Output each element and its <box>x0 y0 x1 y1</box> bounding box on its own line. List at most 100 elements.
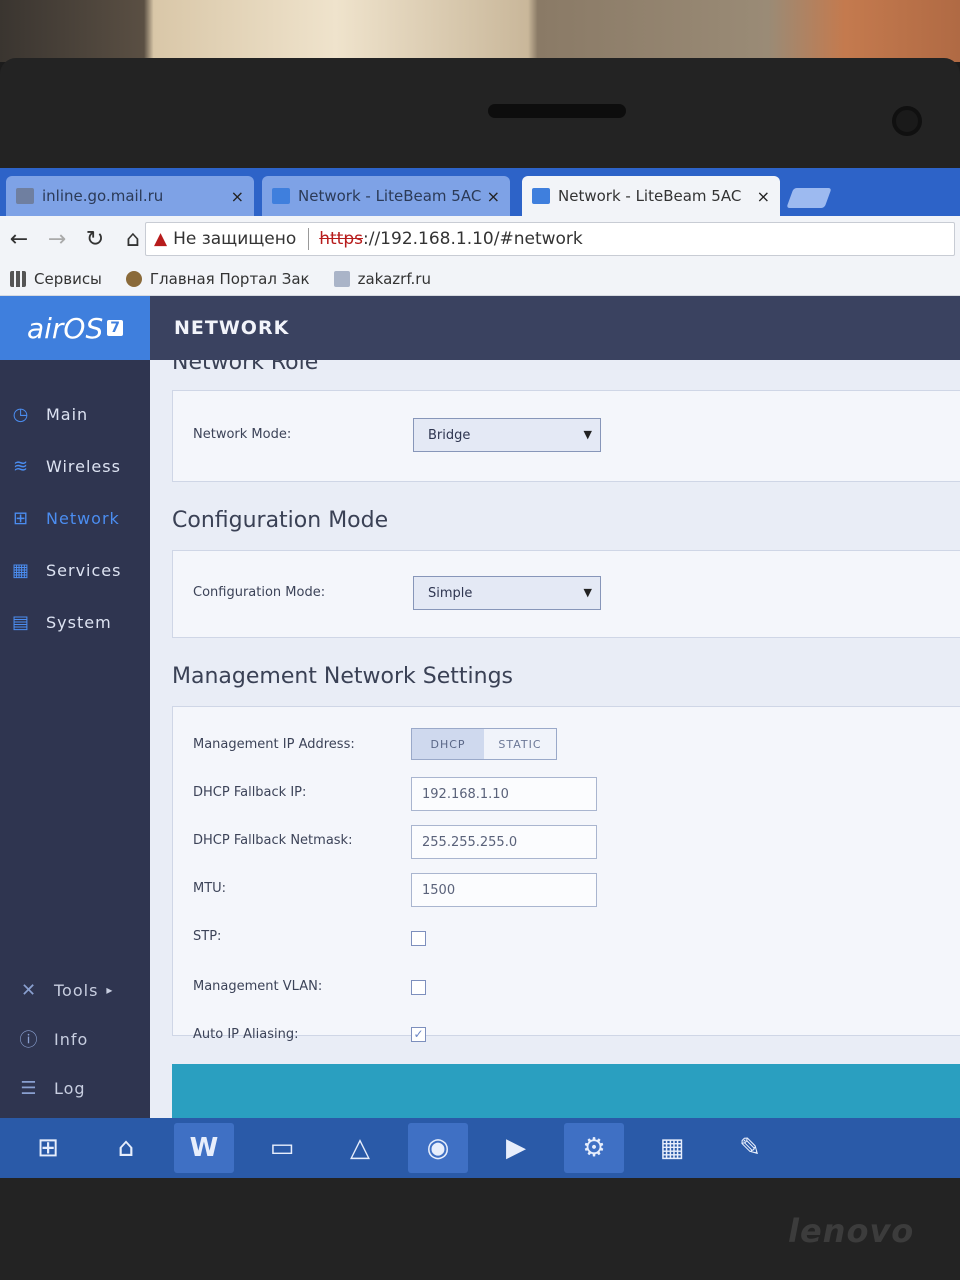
forward-arrow-icon[interactable]: → <box>38 227 76 252</box>
management-vlan-label: Management VLAN: <box>193 979 323 994</box>
fallback-netmask-label: DHCP Fallback Netmask: <box>193 833 353 848</box>
fallback-netmask-input[interactable]: 255.255.255.0 <box>411 825 597 859</box>
section-title-network-role: Network Role <box>172 360 319 375</box>
sidebar-item-network[interactable]: ⊞ Network <box>8 502 120 534</box>
configuration-mode-select[interactable]: Simple ▼ <box>413 576 601 610</box>
security-status[interactable]: Не защищено <box>173 229 296 249</box>
laptop-brand-logo: lenovo <box>788 1212 915 1250</box>
chevron-down-icon: ▼ <box>583 428 592 441</box>
stp-label: STP: <box>193 929 222 944</box>
sidebar-item-label: Wireless <box>46 456 121 476</box>
warning-icon: ▲ <box>154 229 168 249</box>
sidebar-item-system[interactable]: ▤ System <box>8 606 112 638</box>
wifi-favicon-icon <box>532 188 550 204</box>
bookmark-item[interactable]: Сервисы <box>10 270 102 288</box>
tab-title: inline.go.mail.ru <box>42 187 164 205</box>
app-triangle-icon[interactable]: △ <box>330 1123 390 1173</box>
paint-icon[interactable]: ✎ <box>720 1123 780 1173</box>
address-bar: ← → ↻ ⌂ ▲ Не защищено https ://192.168.1… <box>0 216 960 262</box>
stp-checkbox[interactable] <box>411 931 426 946</box>
fallback-ip-label: DHCP Fallback IP: <box>193 785 307 800</box>
bookmark-label: Главная Портал Зак <box>149 269 310 288</box>
management-vlan-checkbox[interactable] <box>411 980 426 995</box>
logo-text: airOS <box>26 311 104 345</box>
tab-title: Network - LiteBeam 5AC <box>558 187 742 205</box>
new-tab-button[interactable] <box>786 188 832 208</box>
word-icon[interactable]: W <box>174 1123 234 1173</box>
windows-start-icon[interactable]: ⊞ <box>18 1123 78 1173</box>
home-icon[interactable]: ⌂ <box>96 1123 156 1173</box>
bookmark-label: zakazrf.ru <box>357 269 431 288</box>
network-mode-select[interactable]: Bridge ▼ <box>413 418 601 452</box>
bookmarks-bar: Сервисы Главная Портал Зак zakazrf.ru <box>0 262 960 296</box>
services-icon: ▦ <box>11 559 30 581</box>
tab-close-icon[interactable]: × <box>231 187 244 206</box>
sidebar-item-wireless[interactable]: ≋ Wireless <box>8 450 121 482</box>
airos-app: airOS 7 ◷ Main ≋ Wireless ⊞ Network ▦ Se… <box>0 296 960 1126</box>
browser-tab-active[interactable]: Network - LiteBeam 5AC × <box>522 176 780 216</box>
bookmark-label: Сервисы <box>34 269 102 288</box>
tab-close-icon[interactable]: × <box>757 187 770 206</box>
airos-logo[interactable]: airOS 7 <box>0 296 150 360</box>
chrome-icon[interactable]: ◉ <box>408 1123 468 1173</box>
auto-ip-aliasing-checkbox[interactable]: ✓ <box>411 1027 426 1042</box>
emblem-icon <box>125 270 142 287</box>
sidebar-item-label: System <box>46 612 112 632</box>
save-bar <box>172 1064 960 1124</box>
select-value: Bridge <box>428 427 471 443</box>
background-room <box>0 0 960 62</box>
section-title-management-network: Management Network Settings <box>172 664 513 689</box>
bezel-speaker <box>488 104 626 118</box>
log-icon: ☰ <box>20 1077 38 1099</box>
sidebar-item-tools[interactable]: ✕ Tools ▸ <box>16 974 113 1006</box>
sidebar-item-info[interactable]: ⓘ Info <box>16 1023 88 1055</box>
network-mode-label: Network Mode: <box>193 427 292 442</box>
screen: inline.go.mail.ru × Network - LiteBeam 5… <box>0 168 960 1178</box>
page-header: NETWORK <box>150 296 960 360</box>
management-network-panel: Management IP Address: DHCP STATIC DHCP … <box>172 706 960 1042</box>
webcam <box>892 106 922 136</box>
browser-tab[interactable]: Network - LiteBeam 5AC × <box>262 176 510 216</box>
select-value: Simple <box>428 585 473 601</box>
auto-ip-aliasing-label: Auto IP Aliasing: <box>193 1027 299 1042</box>
sidebar-item-log[interactable]: ☰ Log <box>16 1072 86 1104</box>
sidebar-item-label: Services <box>46 560 122 580</box>
fallback-ip-input[interactable]: 192.168.1.10 <box>411 777 597 811</box>
wifi-icon: ≋ <box>12 455 30 477</box>
wifi-favicon-icon <box>272 188 290 204</box>
url-input[interactable]: ▲ Не защищено https ://192.168.1.10/#net… <box>145 222 955 256</box>
back-arrow-icon[interactable]: ← <box>0 227 38 252</box>
settings-gear-icon[interactable]: ⚙ <box>564 1123 624 1173</box>
tab-title: Network - LiteBeam 5AC <box>298 187 482 205</box>
sidebar-item-label: Tools <box>54 980 99 1000</box>
chevron-right-icon: ▸ <box>106 983 114 997</box>
media-icon[interactable]: ▶ <box>486 1123 546 1173</box>
browser-tab[interactable]: inline.go.mail.ru × <box>6 176 254 216</box>
sidebar-item-label: Network <box>46 508 120 528</box>
reload-icon[interactable]: ↻ <box>76 227 114 252</box>
scanner-icon[interactable]: ▭ <box>252 1123 312 1173</box>
sidebar-item-services[interactable]: ▦ Services <box>8 554 121 586</box>
sidebar-item-label: Log <box>54 1078 86 1098</box>
tab-close-icon[interactable]: × <box>487 187 500 206</box>
static-option[interactable]: STATIC <box>484 729 556 759</box>
configuration-mode-label: Configuration Mode: <box>193 585 326 600</box>
sidebar-item-main[interactable]: ◷ Main <box>8 398 88 430</box>
page-icon <box>333 270 350 287</box>
network-manager-icon[interactable]: ▦ <box>642 1123 702 1173</box>
os-taskbar: ⊞ ⌂ W ▭ △ ◉ ▶ ⚙ ▦ ✎ <box>0 1118 960 1178</box>
configuration-mode-panel: Configuration Mode: Simple ▼ <box>172 550 960 638</box>
bookmark-item[interactable]: zakazrf.ru <box>333 269 431 288</box>
mtu-input[interactable]: 1500 <box>411 873 597 907</box>
section-title-configuration-mode: Configuration Mode <box>172 508 389 533</box>
mtu-label: MTU: <box>193 881 227 896</box>
info-icon: ⓘ <box>19 1030 39 1051</box>
chevron-down-icon: ▼ <box>583 586 592 599</box>
management-ip-mode-toggle: DHCP STATIC <box>411 728 557 760</box>
dhcp-option[interactable]: DHCP <box>412 729 484 759</box>
management-ip-label: Management IP Address: <box>193 737 355 752</box>
url-protocol: https <box>319 229 363 249</box>
bookmark-item[interactable]: Главная Портал Зак <box>125 269 310 288</box>
url-text: ://192.168.1.10/#network <box>363 229 583 249</box>
sidebar-item-label: Main <box>46 404 89 424</box>
